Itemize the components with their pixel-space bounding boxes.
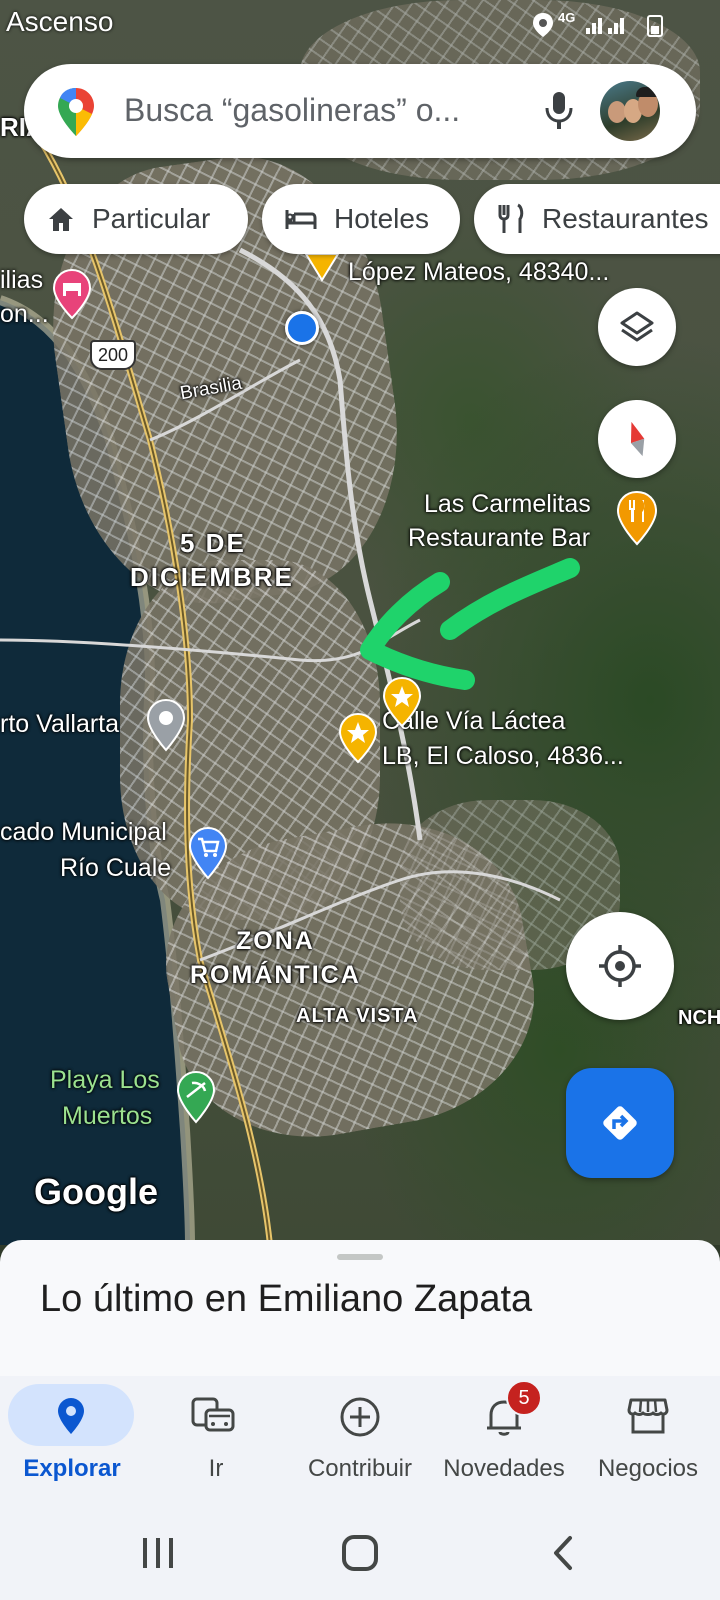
add-circle-icon [340, 1397, 380, 1437]
commute-icon [191, 1397, 235, 1432]
map-label-playa-2: Muertos [62, 1102, 153, 1130]
fork-knife-icon [498, 203, 524, 233]
chip-restaurantes[interactable]: Restaurantes [474, 184, 720, 254]
maps-pin-icon [58, 88, 94, 136]
map-label-puerto-vallarta: rto Vallarta [0, 710, 120, 738]
directions-icon [603, 1106, 637, 1140]
map-label-nch: NCH [678, 1007, 720, 1029]
home-button-icon[interactable] [341, 1534, 379, 1572]
map-label-via-lactea-2: LB, El Caloso, 4836... [382, 742, 624, 770]
nav-label: Negocios [597, 1455, 699, 1482]
nav-ir[interactable]: Ir [144, 1376, 288, 1500]
sheet-handle[interactable] [337, 1254, 383, 1260]
nav-explorar[interactable]: Explorar [0, 1376, 144, 1500]
nav-label: Novedades [443, 1455, 565, 1482]
notification-badge: 5 [506, 1380, 542, 1416]
bed-icon [285, 210, 317, 229]
nav-novedades[interactable]: 5 Novedades [432, 1376, 576, 1500]
bottom-sheet[interactable]: Lo último en Emiliano Zapata [0, 1240, 720, 1380]
microphone-icon[interactable] [544, 90, 574, 132]
map-label-hotel-1: ilias [0, 266, 44, 294]
map-label-zona-2: ROMÁNTICA [190, 961, 361, 989]
chip-particular[interactable]: Particular [24, 184, 248, 254]
chip-label: Restaurantes [542, 203, 709, 234]
starred-marker-icon[interactable] [304, 252, 340, 282]
nav-contribuir[interactable]: Contribuir [288, 1376, 432, 1500]
sheet-title: Lo último en Emiliano Zapata [40, 1278, 533, 1320]
map-label-carmelitas-1: Las Carmelitas [424, 490, 591, 518]
starred-marker-icon[interactable] [382, 676, 422, 728]
hotel-marker-icon[interactable] [52, 268, 92, 320]
map-label-5-de-diciembre-1: 5 DE [180, 528, 246, 558]
nav-label: Contribuir [307, 1455, 413, 1482]
city-marker-icon[interactable] [146, 698, 186, 752]
chip-hoteles[interactable]: Hoteles [262, 184, 460, 254]
map-label-alta-vista: ALTA VISTA [296, 1005, 419, 1027]
back-icon[interactable] [550, 1534, 576, 1572]
search-input[interactable]: Busca “gasolineras” o... [124, 92, 460, 129]
google-logo: Google [34, 1171, 158, 1212]
map-label-hotel-2: on... [0, 300, 49, 328]
nav-label: Ir [208, 1455, 224, 1482]
status-text: Ascenso [6, 6, 114, 37]
current-location-dot [285, 311, 319, 345]
beach-marker-icon[interactable] [176, 1070, 216, 1124]
network-4g-icon: 4G [558, 10, 576, 25]
directions-button[interactable] [566, 1068, 674, 1178]
search-bar[interactable]: Busca “gasolineras” o... [24, 64, 696, 158]
storefront-icon [627, 1398, 669, 1434]
crosshair-icon [599, 945, 641, 987]
layers-button[interactable] [598, 288, 676, 366]
my-location-button[interactable] [566, 912, 674, 1020]
compass-icon [630, 421, 645, 457]
location-status-icon [533, 13, 553, 37]
map-label-lopez-mateos: López Mateos, 48340... [348, 258, 610, 286]
battery-icon [647, 15, 663, 37]
shopping-cart-marker-icon[interactable] [188, 826, 228, 880]
recent-apps-icon[interactable] [140, 1536, 176, 1570]
map-label-carmelitas-2: Restaurante Bar [408, 524, 591, 552]
restaurant-marker-icon[interactable] [616, 490, 658, 546]
compass-button[interactable] [598, 400, 676, 478]
system-navigation-bar [0, 1500, 720, 1600]
bottom-navigation: Explorar Ir Contribuir 5 Novedades Negoc… [0, 1376, 720, 1500]
chip-label: Hoteles [334, 203, 429, 234]
map-label-zona-1: ZONA [236, 927, 315, 955]
map-label-playa-1: Playa Los [50, 1066, 160, 1094]
map-label-mercado-1: cado Municipal [0, 818, 167, 846]
nav-label: Explorar [23, 1455, 121, 1482]
home-icon [49, 208, 73, 231]
signal-icon [586, 18, 624, 34]
nav-negocios[interactable]: Negocios [576, 1376, 720, 1500]
map-label-5-de-diciembre-2: DICIEMBRE [130, 562, 294, 592]
status-bar: Ascenso 4G [0, 0, 720, 50]
route-shield-200: 200 [90, 340, 136, 370]
avatar[interactable] [600, 81, 660, 141]
map-label-mercado-2: Río Cuale [60, 854, 172, 882]
explore-pin-icon [58, 1398, 84, 1434]
chip-label: Particular [92, 203, 211, 234]
layers-icon [620, 311, 654, 342]
starred-marker-icon[interactable] [338, 712, 378, 764]
